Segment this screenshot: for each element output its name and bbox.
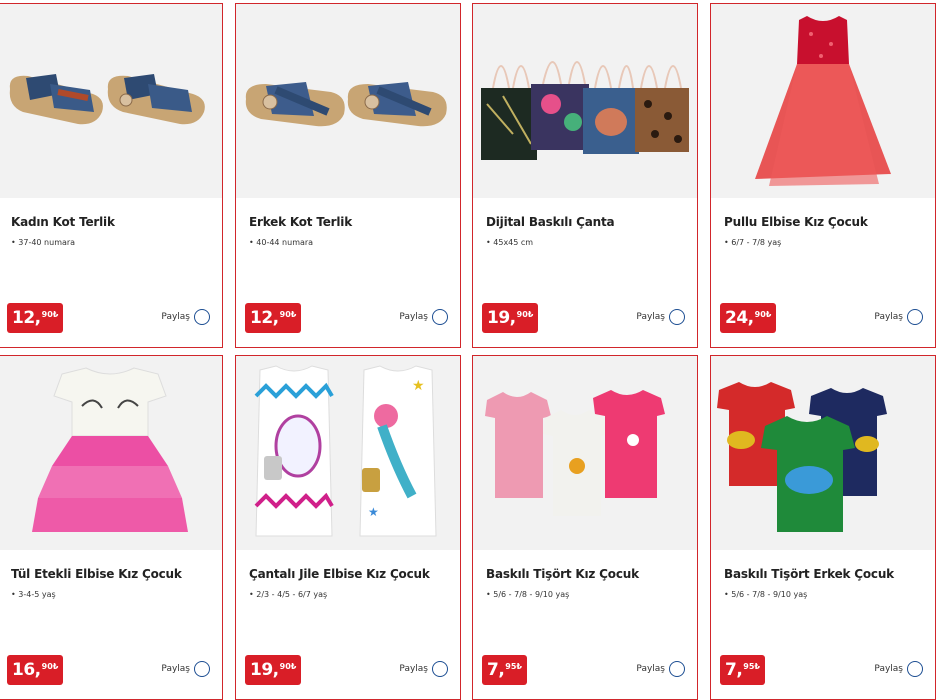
share-circle-icon[interactable] [194,309,210,325]
price-integer: 12, [250,308,279,328]
product-image[interactable] [236,4,460,198]
share-circle-icon[interactable] [907,309,923,325]
price-integer: 24, [725,308,754,328]
product-detail: • 3-4-5 yaş [11,590,56,599]
price-integer: 16, [12,660,41,680]
share-circle-icon[interactable] [432,309,448,325]
price-decimal: 95₺ [743,662,760,671]
price-decimal: 90₺ [754,310,772,319]
share-button[interactable]: Paylaş [399,661,448,677]
price-decimal: 90₺ [516,310,534,319]
share-label: Paylaş [874,664,903,674]
svg-text:★: ★ [412,378,425,394]
share-button[interactable]: Paylaş [161,661,210,677]
product-title[interactable]: Dijital Baskılı Çanta [486,215,615,229]
share-label: Paylaş [874,312,903,322]
product-detail: • 6/7 - 7/8 yaş [724,238,782,247]
product-title[interactable]: Baskılı Tişört Kız Çocuk [486,567,639,581]
product-title[interactable]: Kadın Kot Terlik [11,215,115,229]
product-detail: • 2/3 - 4/5 - 6/7 yaş [249,590,328,599]
share-label: Paylaş [399,312,428,322]
product-image[interactable] [711,4,935,198]
share-button[interactable]: Paylaş [399,309,448,325]
share-label: Paylaş [161,664,190,674]
share-label: Paylaş [636,664,665,674]
product-card[interactable]: Pullu Elbise Kız Çocuk • 6/7 - 7/8 yaş 2… [710,3,936,348]
price-badge: 16, 90₺ [7,655,64,685]
girls-tshirts-image [485,390,665,516]
product-card[interactable]: Dijital Baskılı Çanta • 45x45 cm 19, 90₺… [472,3,698,348]
product-card[interactable]: Tül Etekli Elbise Kız Çocuk • 3-4-5 yaş … [0,355,223,700]
product-grid: Kadın Kot Terlik • 37-40 numara 12, 90₺ … [0,0,936,700]
product-detail: • 5/6 - 7/8 - 9/10 yaş [486,590,570,599]
share-circle-icon[interactable] [907,661,923,677]
price-badge: 19, 90₺ [245,655,302,685]
price-badge: 7, 95₺ [482,655,527,685]
price-badge: 24, 90₺ [720,303,777,333]
price-integer: 7, [725,660,743,680]
share-button[interactable]: Paylaş [874,661,923,677]
product-image[interactable] [0,356,222,550]
share-button[interactable]: Paylaş [636,309,685,325]
price-integer: 12, [12,308,41,328]
product-image[interactable] [0,4,222,198]
product-title[interactable]: Çantalı Jile Elbise Kız Çocuk [249,567,430,581]
product-detail: • 40-44 numara [249,238,314,247]
product-detail: • 45x45 cm [486,238,534,247]
price-decimal: 90₺ [279,662,297,671]
price-decimal: 90₺ [279,310,297,319]
price-integer: 19, [250,660,279,680]
price-decimal: 90₺ [41,662,59,671]
tutu-dress-image [32,367,188,532]
unicorn-dresses-image: ★ ★ [254,365,437,537]
share-label: Paylaş [161,312,190,322]
price-badge: 12, 90₺ [7,303,64,333]
share-button[interactable]: Paylaş [636,661,685,677]
product-detail: • 5/6 - 7/8 - 9/10 yaş [724,590,808,599]
share-circle-icon[interactable] [194,661,210,677]
product-card[interactable]: Erkek Kot Terlik • 40-44 numara 12, 90₺ … [235,3,461,348]
product-image[interactable] [473,356,697,550]
product-card[interactable]: ★ ★ Çantalı Jile Elbise Kız Çocuk • 2/3 … [235,355,461,700]
sandals-mens-image [245,82,447,127]
sandals-womens-image [9,74,205,125]
share-circle-icon[interactable] [432,661,448,677]
product-image[interactable] [473,4,697,198]
share-circle-icon[interactable] [669,661,685,677]
share-button[interactable]: Paylaş [161,309,210,325]
svg-text:★: ★ [368,505,379,519]
red-sequin-dress-image [755,16,891,186]
share-circle-icon[interactable] [669,309,685,325]
price-badge: 12, 90₺ [245,303,302,333]
product-title[interactable]: Tül Etekli Elbise Kız Çocuk [11,567,182,581]
price-integer: 7, [487,660,505,680]
product-card[interactable]: Kadın Kot Terlik • 37-40 numara 12, 90₺ … [0,3,223,348]
share-label: Paylaş [636,312,665,322]
product-title[interactable]: Erkek Kot Terlik [249,215,352,229]
product-image[interactable] [711,356,935,550]
product-detail: • 37-40 numara [11,238,76,247]
product-title[interactable]: Baskılı Tişört Erkek Çocuk [724,567,894,581]
product-card[interactable]: Baskılı Tişört Erkek Çocuk • 5/6 - 7/8 -… [710,355,936,700]
tote-bags-image [481,61,689,160]
product-title[interactable]: Pullu Elbise Kız Çocuk [724,215,868,229]
price-badge: 19, 90₺ [482,303,539,333]
boys-tshirts-image [717,382,887,532]
price-decimal: 95₺ [505,662,522,671]
product-image[interactable]: ★ ★ [236,356,460,550]
price-integer: 19, [487,308,516,328]
product-card[interactable]: Baskılı Tişört Kız Çocuk • 5/6 - 7/8 - 9… [472,355,698,700]
share-button[interactable]: Paylaş [874,309,923,325]
share-label: Paylaş [399,664,428,674]
price-badge: 7, 95₺ [720,655,765,685]
price-decimal: 90₺ [41,310,59,319]
